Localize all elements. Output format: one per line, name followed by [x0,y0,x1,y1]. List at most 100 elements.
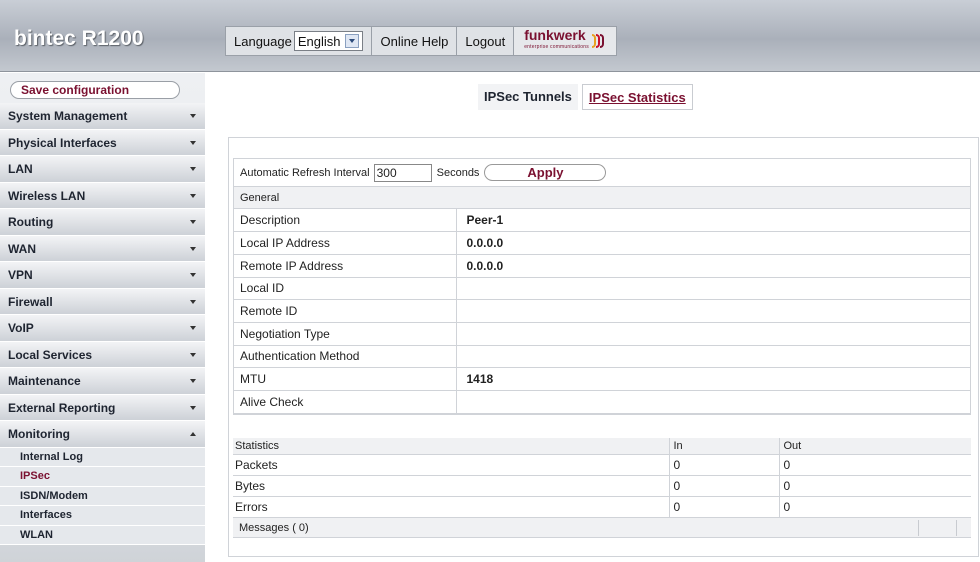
chevron-down-icon [190,220,196,224]
sidebar-subitem-wlan[interactable]: WLAN [0,526,205,545]
field-value [456,299,970,323]
chevron-down-icon [190,405,196,410]
statistics-section: Statistics In Out Packets 0 0 Bytes 0 0 … [233,438,971,538]
sidebar-item-label: System Management [8,109,128,123]
refresh-interval-input[interactable]: 300 [373,163,432,182]
table-row: Errors 0 0 [233,496,971,518]
sidebar-item-monitoring[interactable]: Monitoring [0,421,205,448]
details-table: Automatic Refresh Interval 300 Seconds A… [233,158,971,415]
field-value [456,390,970,414]
sidebar-item-external-reporting[interactable]: External Reporting [0,394,205,421]
field-label: Authentication Method [234,345,457,369]
save-configuration-button[interactable]: Save configuration [10,81,180,99]
sidebar-item-vpn[interactable]: VPN [0,262,205,289]
sidebar-item-wireless-lan[interactable]: Wireless LAN [0,182,205,209]
sidebar-item-label: Routing [8,215,54,229]
column-out-header: Out [779,438,971,455]
product-title: bintec R1200 [14,27,144,50]
chevron-down-icon [190,352,196,357]
field-value: 0.0.0.0 [456,231,970,255]
stat-in-value: 0 [669,496,780,518]
sidebar-item-local-services[interactable]: Local Services [0,341,205,368]
language-cell: Language English [225,26,373,56]
field-value [456,345,970,369]
tab-ipsec-statistics[interactable]: IPSec Statistics [581,84,693,110]
table-row: MTU 1418 [234,367,970,391]
chevron-down-icon[interactable] [345,34,360,48]
sidebar-subitem-isdn-modem[interactable]: ISDN/Modem [0,487,205,506]
stat-label: Bytes [233,475,670,497]
table-row: Packets 0 0 [233,454,971,476]
chevron-down-icon [190,140,196,145]
funkwerk-logo: funkwerk enterprise communications [524,27,589,53]
header-toolbar: Language English Online Help Logout funk… [225,26,617,56]
sidebar-subitem-internal-log[interactable]: Internal Log [0,448,205,467]
field-label: Local ID [234,277,457,301]
stat-label: Errors [233,496,670,518]
page-tabs: IPSec Tunnels IPSec Statistics [478,84,693,110]
sidebar-item-label: External Reporting [8,400,116,415]
column-divider [918,519,919,536]
sidebar-menu: System Management Physical Interfaces LA… [0,103,205,545]
sidebar-item-physical-interfaces[interactable]: Physical Interfaces [0,129,205,156]
sidebar-item-system-management[interactable]: System Management [0,103,205,130]
chevron-down-icon [190,114,196,118]
messages-label: Messages [239,521,290,534]
messages-row[interactable]: Messages ( 0) [233,517,971,538]
field-label: Negotiation Type [234,322,457,346]
field-value: 0.0.0.0 [456,254,970,278]
sidebar-item-routing[interactable]: Routing [0,209,205,236]
apply-button[interactable]: Apply [484,164,607,181]
stat-out-value: 0 [779,454,971,476]
sidebar-item-label: WAN [8,241,36,256]
sidebar-item-label: VoIP [8,321,34,335]
statistics-table: Statistics In Out Packets 0 0 Bytes 0 0 … [233,438,971,518]
field-label: Alive Check [234,390,457,414]
refresh-label: Automatic Refresh Interval [240,166,370,179]
chevron-down-icon [190,167,196,171]
column-divider [956,519,957,536]
field-label: Description [234,209,457,233]
logo-cell: funkwerk enterprise communications [514,26,617,56]
column-in-header: In [669,438,780,455]
sidebar-item-label: VPN [8,268,33,282]
chevron-down-icon [190,379,196,383]
chevron-down-icon [190,246,196,251]
chevron-down-icon [190,326,196,330]
stat-label: Packets [233,454,670,476]
language-value: English [297,33,341,49]
field-label: MTU [234,367,457,391]
chevron-down-icon [190,299,196,304]
general-section-header: General [234,187,970,209]
stat-in-value: 0 [669,475,780,497]
online-help-link[interactable]: Online Help [372,26,458,56]
sidebar-item-lan[interactable]: LAN [0,156,205,183]
field-value [456,322,970,346]
sidebar-subitem-interfaces[interactable]: Interfaces [0,506,205,526]
sidebar-item-wan[interactable]: WAN [0,235,205,262]
stat-in-value: 0 [669,454,780,476]
stat-out-value: 0 [779,475,971,497]
sidebar: Save configuration System Management Phy… [0,73,205,562]
sidebar-item-firewall[interactable]: Firewall [0,288,205,315]
table-row: Authentication Method [234,345,970,369]
table-row: Description Peer-1 [234,209,970,233]
field-label: Local IP Address [234,231,457,255]
sidebar-item-voip[interactable]: VoIP [0,315,205,342]
sidebar-item-maintenance[interactable]: Maintenance [0,368,205,395]
logout-link[interactable]: Logout [457,26,515,56]
tab-ipsec-tunnels[interactable]: IPSec Tunnels [478,84,578,110]
sidebar-subitem-ipsec[interactable]: IPSec [0,467,205,487]
chevron-down-icon [190,193,196,198]
content-panel: Automatic Refresh Interval 300 Seconds A… [228,137,979,557]
logo-text: funkwerk [524,27,586,43]
sidebar-item-label: Firewall [8,294,53,309]
language-select[interactable]: English [293,31,364,51]
general-table: Description Peer-1 Local IP Address 0.0.0.… [234,209,970,414]
table-row: Alive Check [234,390,970,414]
chevron-down-icon [190,273,196,277]
top-header: bintec R1200 Language English Online Hel… [0,0,980,72]
field-value: Peer-1 [456,209,970,233]
chevron-up-icon [190,432,196,436]
table-row: Remote ID [234,299,970,323]
